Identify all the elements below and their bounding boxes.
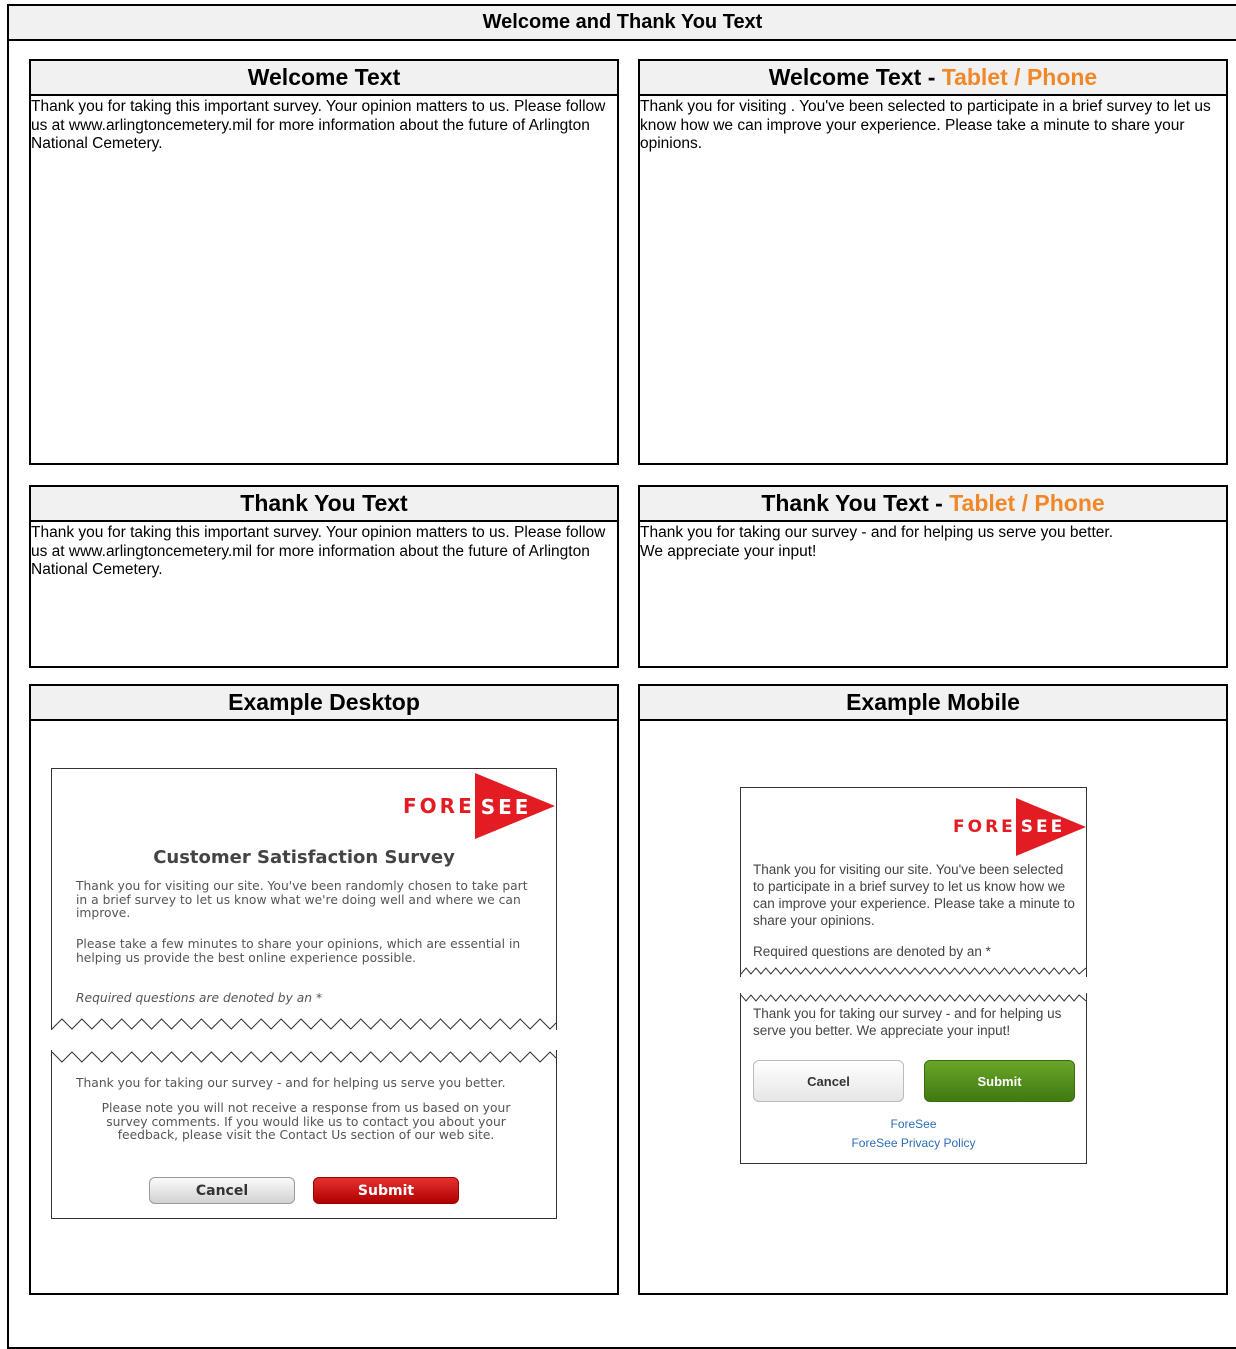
thank-you-text-body[interactable]: Thank you for taking this important surv… xyxy=(31,522,617,580)
desktop-thanks-card: Thank you for taking our survey - and fo… xyxy=(51,1050,557,1219)
example-mobile-heading: Example Mobile xyxy=(640,686,1226,721)
heading-accent: Tablet / Phone xyxy=(949,490,1105,516)
torn-edge-icon xyxy=(52,1018,556,1030)
foresee-logo: FORE SEE xyxy=(403,773,555,839)
desktop-survey-mock: FORE SEE Customer Satisfaction Survey Th… xyxy=(51,768,557,1219)
thank-you-text-mobile-panel: Thank You Text - Tablet / Phone Thank yo… xyxy=(638,485,1228,668)
submit-button[interactable]: Submit xyxy=(924,1060,1075,1102)
mobile-thanks-text: Thank you for taking our survey - and fo… xyxy=(753,1006,1062,1038)
foresee-logo: FORE SEE xyxy=(953,798,1086,856)
mobile-welcome-card: FORE SEE Thank you for visiting our site… xyxy=(740,787,1087,977)
mobile-intro-text: Thank you for visiting our site. You've … xyxy=(753,862,1075,928)
cancel-button[interactable]: Cancel xyxy=(753,1060,904,1102)
thank-you-text-mobile-body[interactable]: Thank you for taking our survey - and fo… xyxy=(640,522,1226,561)
welcome-text-mobile-panel: Welcome Text - Tablet / Phone Thank you … xyxy=(638,59,1228,465)
torn-edge-icon xyxy=(741,967,1086,975)
thank-you-text-mobile-heading: Thank You Text - Tablet / Phone xyxy=(640,487,1226,522)
desktop-thanks-text: Thank you for taking our survey - and fo… xyxy=(76,1076,506,1090)
thank-you-text-panel: Thank You Text Thank you for taking this… xyxy=(29,485,619,668)
desktop-required-note: Required questions are denoted by an * xyxy=(76,991,323,1005)
welcome-text-mobile-body[interactable]: Thank you for visiting . You've been sel… xyxy=(640,96,1226,154)
page-title: Welcome and Thank You Text xyxy=(9,6,1236,41)
desktop-thanks-note: Please note you will not receive a respo… xyxy=(101,1101,511,1142)
welcome-text-mobile-heading: Welcome Text - Tablet / Phone xyxy=(640,61,1226,96)
privacy-policy-link[interactable]: ForeSee Privacy Policy xyxy=(741,1136,1086,1150)
desktop-intro-text: Thank you for visiting our site. You've … xyxy=(76,879,528,920)
welcome-text-panel: Welcome Text Thank you for taking this i… xyxy=(29,59,619,465)
mobile-survey-mock: FORE SEE Thank you for visiting our site… xyxy=(740,787,1087,1164)
heading-prefix: Thank You Text - xyxy=(761,490,950,516)
torn-edge-icon xyxy=(52,1051,556,1063)
thank-you-text-heading: Thank You Text xyxy=(31,487,617,522)
heading-prefix: Welcome Text - xyxy=(768,64,942,90)
torn-edge-icon xyxy=(741,994,1086,1002)
example-desktop-heading: Example Desktop xyxy=(31,686,617,721)
heading-accent: Tablet / Phone xyxy=(941,64,1098,90)
mobile-thanks-card: Thank you for taking our survey - and fo… xyxy=(740,993,1087,1164)
mobile-required-note: Required questions are denoted by an * xyxy=(753,944,991,959)
submit-button[interactable]: Submit xyxy=(313,1177,459,1204)
welcome-text-body[interactable]: Thank you for taking this important surv… xyxy=(31,96,617,154)
cancel-button[interactable]: Cancel xyxy=(149,1177,295,1204)
desktop-welcome-card: FORE SEE Customer Satisfaction Survey Th… xyxy=(51,768,557,1030)
survey-title: Customer Satisfaction Survey xyxy=(153,847,455,868)
foresee-link[interactable]: ForeSee xyxy=(741,1117,1086,1131)
welcome-text-heading: Welcome Text xyxy=(31,61,617,96)
desktop-intro-text-2: Please take a few minutes to share your … xyxy=(76,937,521,965)
